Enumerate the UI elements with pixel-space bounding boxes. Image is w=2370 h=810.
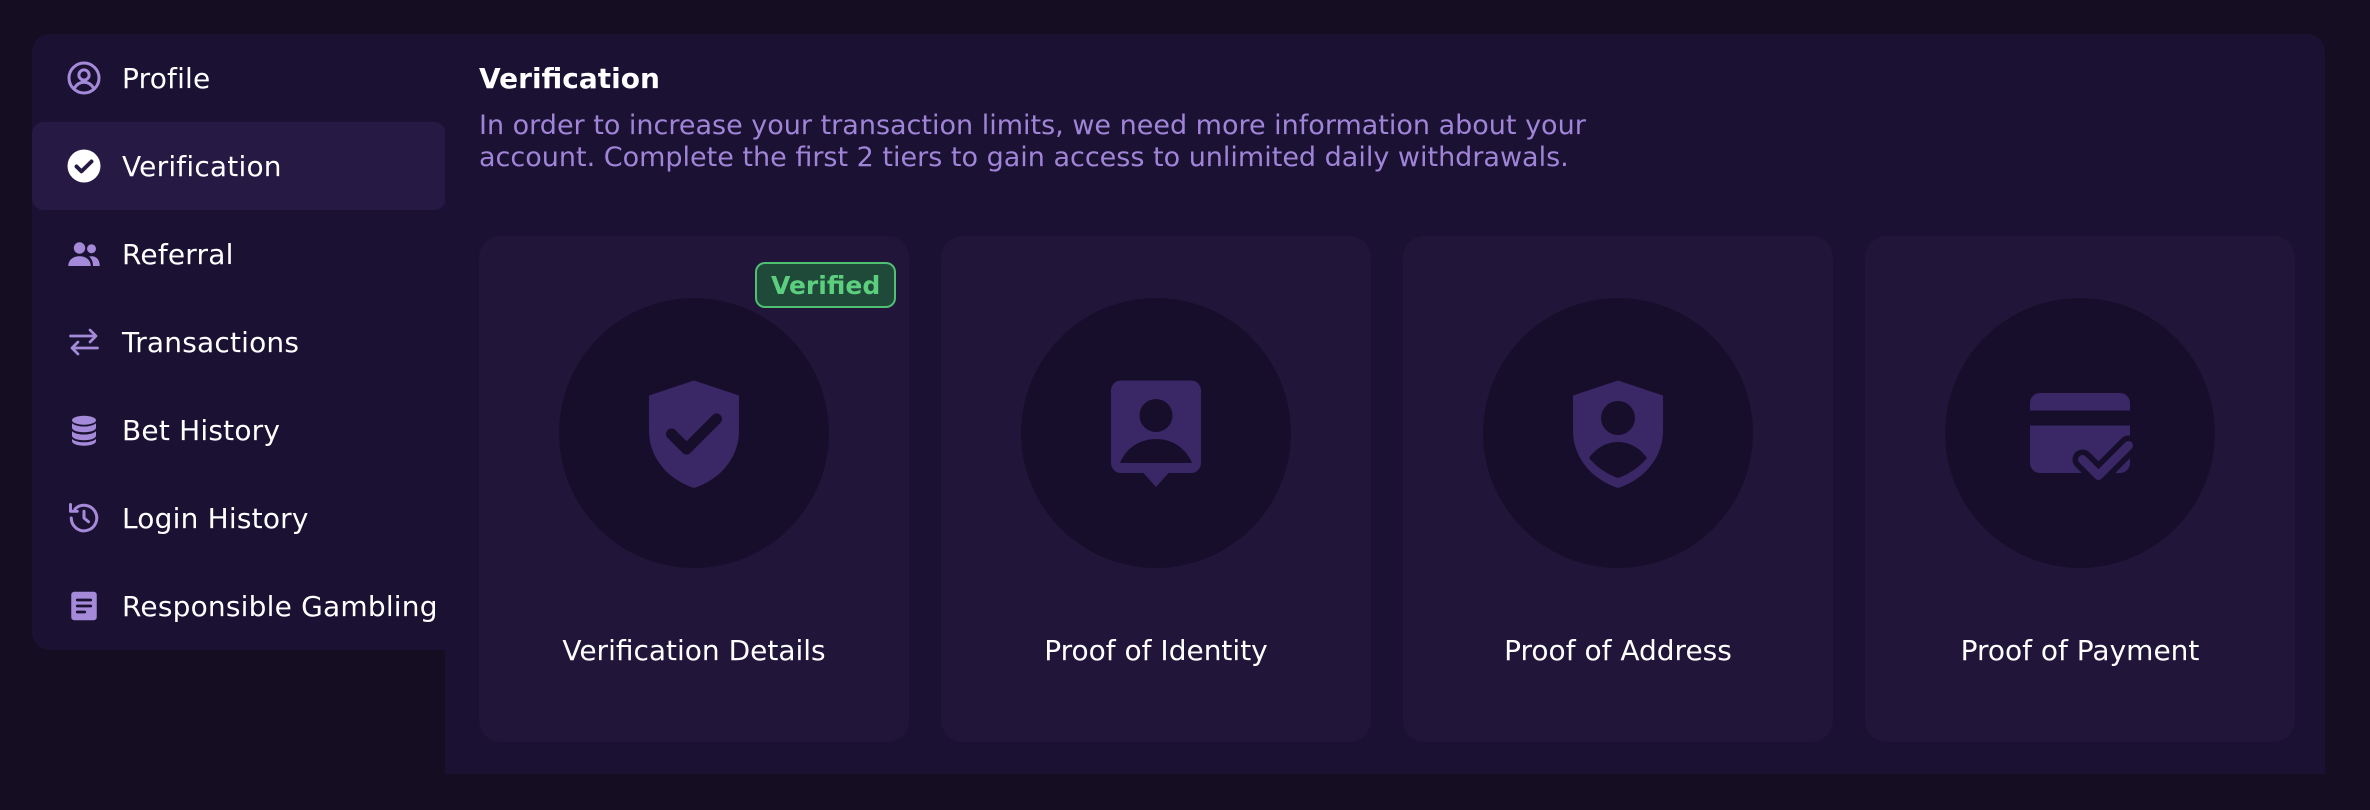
coin-stack-icon	[66, 412, 102, 448]
users-icon	[66, 236, 102, 272]
card-label: Proof of Identity	[1044, 634, 1268, 667]
card-label: Proof of Address	[1504, 634, 1732, 667]
page-description: In order to increase your transaction li…	[479, 110, 1586, 173]
card-proof-of-identity[interactable]: Proof of Identity	[941, 236, 1371, 742]
card-label: Verification Details	[562, 634, 826, 667]
sidebar-item-transactions[interactable]: Transactions	[32, 298, 446, 386]
check-circle-icon	[66, 148, 102, 184]
history-clock-icon	[66, 500, 102, 536]
id-portrait-icon	[1111, 380, 1201, 487]
verified-badge: Verified	[755, 262, 897, 308]
shield-check-icon	[649, 380, 739, 488]
account-settings-panel: Profile Verification Referral Transactio…	[32, 34, 2325, 774]
document-icon	[66, 588, 102, 624]
sidebar-item-login-history[interactable]: Login History	[32, 474, 446, 562]
sidebar-item-responsible-gambling[interactable]: Responsible Gambling	[32, 562, 446, 650]
page-title: Verification	[479, 62, 660, 95]
card-label: Proof of Payment	[1960, 634, 2200, 667]
card-proof-of-payment[interactable]: Proof of Payment	[1865, 236, 2295, 742]
card-verification-details[interactable]: Verified Verification Details	[479, 236, 909, 742]
sidebar-item-label: Login History	[122, 501, 309, 535]
sidebar-item-referral[interactable]: Referral	[32, 210, 446, 298]
sidebar: Profile Verification Referral Transactio…	[32, 34, 446, 650]
user-circle-icon	[66, 60, 102, 96]
card-proof-of-address[interactable]: Proof of Address	[1403, 236, 1833, 742]
sidebar-item-label: Referral	[122, 237, 234, 271]
card-icon-circle	[559, 298, 829, 568]
card-check-icon	[2030, 393, 2139, 486]
sidebar-item-verification[interactable]: Verification	[32, 122, 446, 210]
arrows-exchange-icon	[66, 324, 102, 360]
sidebar-item-label: Responsible Gambling	[122, 589, 438, 623]
sidebar-item-label: Profile	[122, 61, 211, 95]
sidebar-item-bet-history[interactable]: Bet History	[32, 386, 446, 474]
sidebar-item-label: Verification	[122, 149, 282, 183]
sidebar-item-label: Bet History	[122, 413, 281, 447]
verification-content: Verification In order to increase your t…	[445, 34, 2325, 774]
shield-user-icon	[1573, 380, 1663, 488]
sidebar-item-profile[interactable]: Profile	[32, 34, 446, 122]
card-icon-circle	[1021, 298, 1291, 568]
card-icon-circle	[1483, 298, 1753, 568]
card-icon-circle	[1945, 298, 2215, 568]
sidebar-item-label: Transactions	[122, 325, 300, 359]
